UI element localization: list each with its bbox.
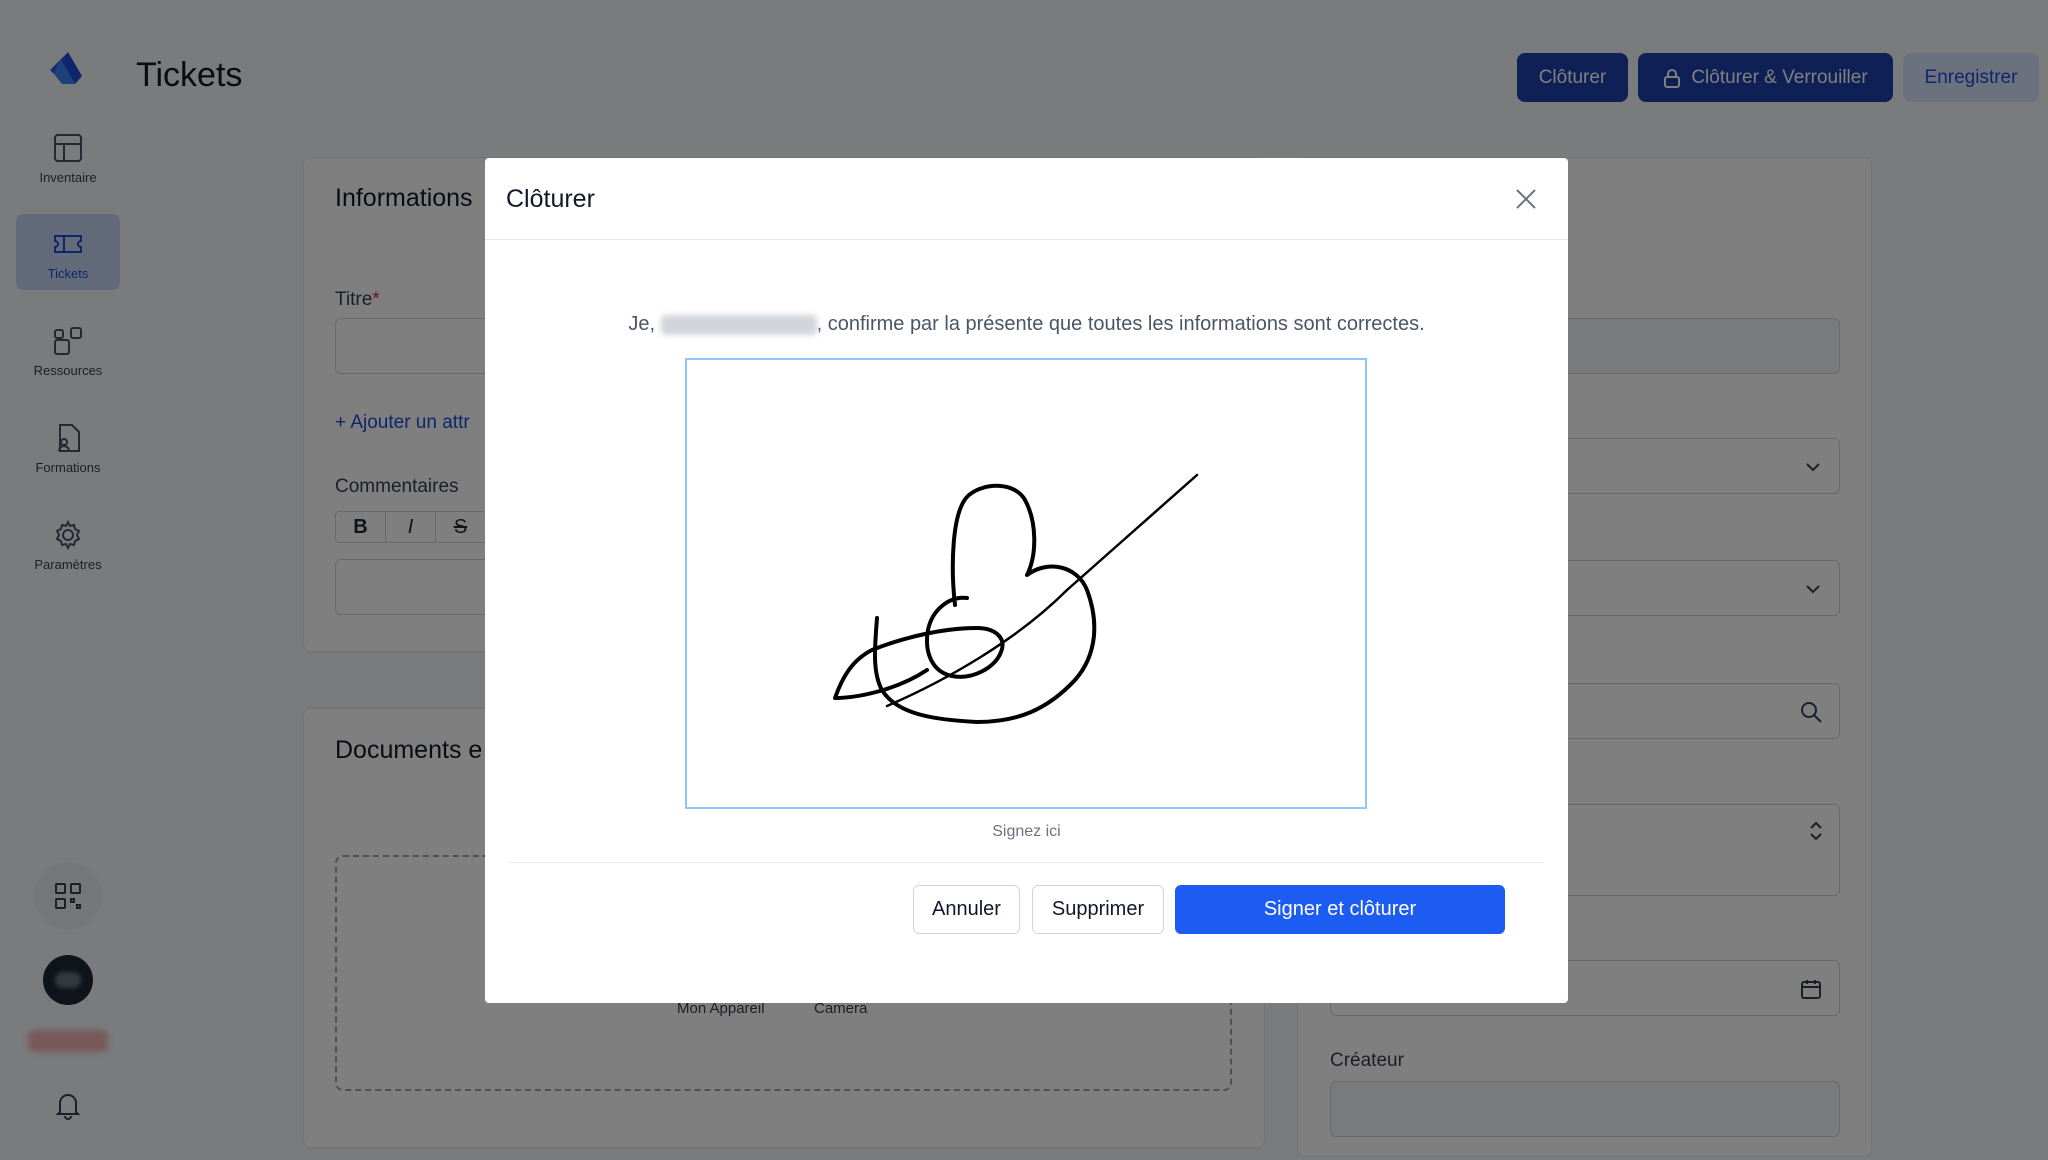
cancel-button[interactable]: Annuler	[913, 885, 1020, 934]
close-icon[interactable]	[1510, 183, 1542, 215]
sign-here-hint: Signez ici	[992, 823, 1061, 840]
sign-and-close-button[interactable]: Signer et clôturer	[1175, 885, 1505, 934]
signature-pad[interactable]	[685, 358, 1367, 809]
clear-signature-button[interactable]: Supprimer	[1032, 885, 1164, 934]
signature-drawing	[833, 473, 1199, 724]
modal-header: Clôturer	[485, 158, 1568, 240]
close-dialog: Clôturer Je, , confirme par la présente …	[485, 158, 1568, 1003]
modal-title: Clôturer	[506, 185, 595, 213]
confirmation-text: Je, , confirme par la présente que toute…	[628, 313, 1425, 335]
modal-divider	[509, 862, 1544, 863]
signer-name-blurred	[660, 314, 817, 335]
